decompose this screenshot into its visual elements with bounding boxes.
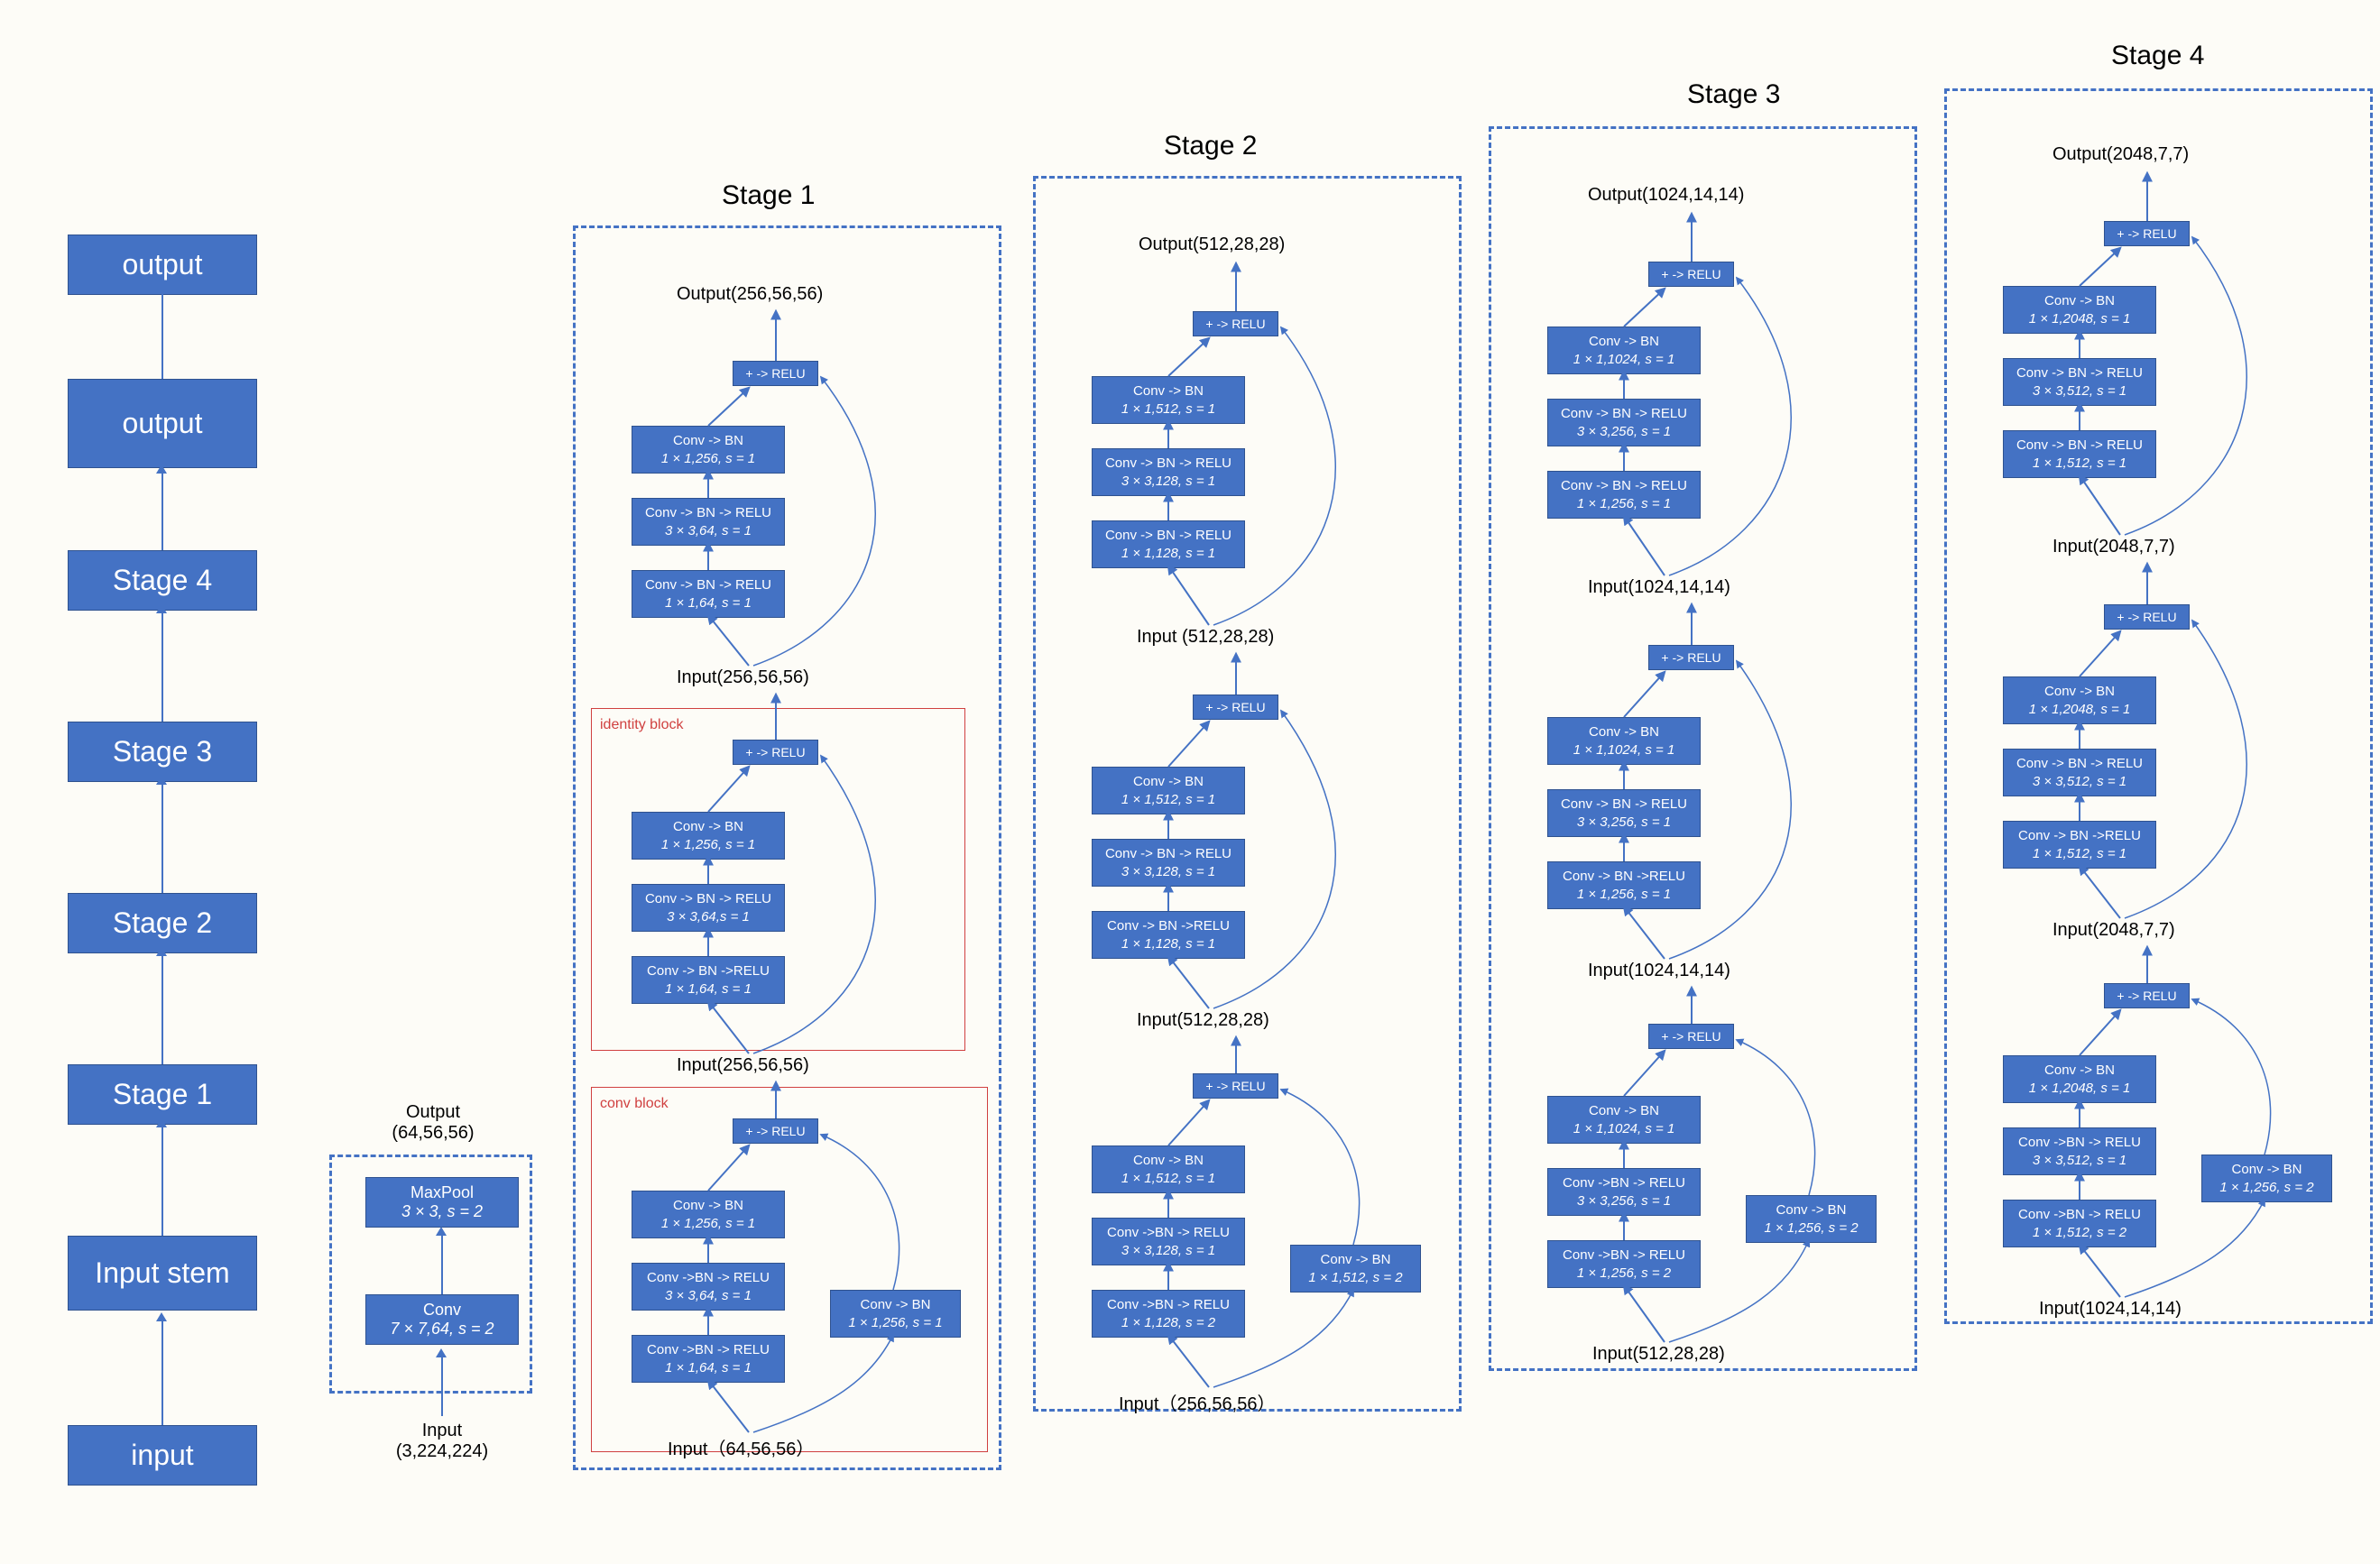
s4-b2-relu: + -> RELU [2104,604,2190,630]
overview-input-stem: Input stem [68,1236,257,1311]
s4-b2-c1: Conv -> BN ->RELU1 × 1,512, s = 1 [2003,821,2156,869]
overview-stage4: Stage 4 [68,550,257,611]
s1-b1-c3: Conv -> BN1 × 1,256, s = 1 [632,1191,785,1238]
overview-stage2: Stage 2 [68,893,257,953]
stem-conv: Conv7 × 7,64, s = 2 [365,1294,519,1345]
stage4-title: Stage 4 [2111,41,2204,71]
s3-b2-relu: + -> RELU [1648,645,1734,670]
overview-output: output [68,379,257,468]
s3-b1-sc: Conv -> BN1 × 1,256, s = 2 [1746,1195,1877,1243]
s2-b2-c1: Conv -> BN ->RELU1 × 1,128, s = 1 [1092,911,1245,959]
s1-b3-c3: Conv -> BN1 × 1,256, s = 1 [632,426,785,474]
s3-input: Input(512,28,28) [1592,1344,1725,1365]
overview-stage1: Stage 1 [68,1064,257,1125]
stage1-title: Stage 1 [722,180,815,211]
stem-maxpool: MaxPool3 × 3, s = 2 [365,1177,519,1228]
s2-mid1: Input(512,28,28) [1137,1010,1269,1031]
s4-b1-c2: Conv ->BN -> RELU3 × 3,512, s = 1 [2003,1127,2156,1175]
s4-b1-sc: Conv -> BN1 × 1,256, s = 2 [2201,1155,2332,1202]
s2-b1-c1: Conv ->BN -> RELU1 × 1,128, s = 2 [1092,1290,1245,1338]
stage1-output: Output(256,56,56) [677,284,823,305]
s2-b1-relu: + -> RELU [1193,1073,1278,1099]
s3-b1-c3: Conv -> BN1 × 1,1024, s = 1 [1547,1096,1701,1144]
s4-b3-c3: Conv -> BN1 × 1,2048, s = 1 [2003,286,2156,334]
s1-b3-c1: Conv -> BN -> RELU1 × 1,64, s = 1 [632,570,785,618]
s4-b1-relu: + -> RELU [2104,983,2190,1008]
s3-b3-c1: Conv -> BN -> RELU1 × 1,256, s = 1 [1547,471,1701,519]
s4-b1-c1: Conv ->BN -> RELU1 × 1,512, s = 2 [2003,1200,2156,1247]
s1-b2-relu: + -> RELU [733,740,818,765]
s1-b1-relu: + -> RELU [733,1118,818,1144]
stage1-conv-label: conv block [600,1096,669,1112]
stage3-title: Stage 3 [1687,79,1780,110]
s3-b1-c2: Conv ->BN -> RELU3 × 3,256, s = 1 [1547,1168,1701,1216]
s3-b1-relu: + -> RELU [1648,1024,1734,1049]
s1-b2-c2: Conv -> BN -> RELU3 × 3,64,s = 1 [632,884,785,932]
stage4-output: Output(2048,7,7) [2053,144,2189,165]
s2-b2-c3: Conv -> BN1 × 1,512, s = 1 [1092,767,1245,814]
s4-b1-c3: Conv -> BN1 × 1,2048, s = 1 [2003,1055,2156,1103]
s4-mid1: Input(2048,7,7) [2053,920,2175,941]
s2-mid2: Input (512,28,28) [1137,627,1274,648]
s1-b1-sc: Conv -> BN1 × 1,256, s = 1 [830,1290,961,1338]
s1-input: Input（64,56,56） [668,1434,814,1460]
stage3-output: Output(1024,14,14) [1588,185,1744,206]
s3-mid2: Input(1024,14,14) [1588,577,1730,598]
s4-b3-c2: Conv -> BN -> RELU3 × 3,512, s = 1 [2003,358,2156,406]
s4-input: Input(1024,14,14) [2039,1299,2182,1320]
s1-b2-c3: Conv -> BN1 × 1,256, s = 1 [632,812,785,860]
s2-b3-c1: Conv -> BN -> RELU1 × 1,128, s = 1 [1092,520,1245,568]
s1-b3-c2: Conv -> BN -> RELU3 × 3,64, s = 1 [632,498,785,546]
s2-b1-c2: Conv ->BN -> RELU3 × 3,128, s = 1 [1092,1218,1245,1265]
s1-b1-c2: Conv ->BN -> RELU3 × 3,64, s = 1 [632,1263,785,1311]
s3-b2-c3: Conv -> BN1 × 1,1024, s = 1 [1547,717,1701,765]
s3-b3-c3: Conv -> BN1 × 1,1024, s = 1 [1547,327,1701,374]
s2-b3-c3: Conv -> BN1 × 1,512, s = 1 [1092,376,1245,424]
s3-b2-c1: Conv -> BN ->RELU1 × 1,256, s = 1 [1547,861,1701,909]
s1-mid1: Input(256,56,56) [677,1055,809,1076]
s4-b3-c1: Conv -> BN -> RELU1 × 1,512, s = 1 [2003,430,2156,478]
s4-b3-relu: + -> RELU [2104,221,2190,246]
s1-b1-c1: Conv ->BN -> RELU1 × 1,64, s = 1 [632,1335,785,1383]
s1-b2-c1: Conv -> BN ->RELU1 × 1,64, s = 1 [632,956,785,1004]
s2-b2-relu: + -> RELU [1193,695,1278,720]
s3-mid1: Input(1024,14,14) [1588,961,1730,981]
stage1-identity-label: identity block [600,717,684,733]
s3-b1-c1: Conv ->BN -> RELU1 × 1,256, s = 2 [1547,1240,1701,1288]
stage2-title: Stage 2 [1164,131,1257,161]
stage2-output: Output(512,28,28) [1139,235,1285,255]
s3-b2-c2: Conv -> BN -> RELU3 × 3,256, s = 1 [1547,789,1701,837]
s2-b3-relu: + -> RELU [1193,311,1278,336]
s4-b2-c3: Conv -> BN1 × 1,2048, s = 1 [2003,676,2156,724]
s4-b2-c2: Conv -> BN -> RELU3 × 3,512, s = 1 [2003,749,2156,796]
s2-b1-c3: Conv -> BN1 × 1,512, s = 1 [1092,1145,1245,1193]
overview-input: input [68,1425,257,1486]
s3-b3-c2: Conv -> BN -> RELU3 × 3,256, s = 1 [1547,399,1701,446]
s2-b2-c2: Conv -> BN -> RELU3 × 3,128, s = 1 [1092,839,1245,887]
s2-b1-sc: Conv -> BN1 × 1,512, s = 2 [1290,1245,1421,1293]
stem-output-label: Output (64,56,56) [356,1102,510,1144]
s4-mid2: Input(2048,7,7) [2053,537,2175,557]
s1-mid2: Input(256,56,56) [677,667,809,688]
s3-b3-relu: + -> RELU [1648,262,1734,287]
overview-stage3: Stage 3 [68,722,257,782]
s2-input: Input（256,56,56） [1119,1389,1275,1415]
stem-input-label: Input (3,224,224) [365,1421,519,1462]
s1-b3-relu: + -> RELU [733,361,818,386]
s2-b3-c2: Conv -> BN -> RELU3 × 3,128, s = 1 [1092,448,1245,496]
